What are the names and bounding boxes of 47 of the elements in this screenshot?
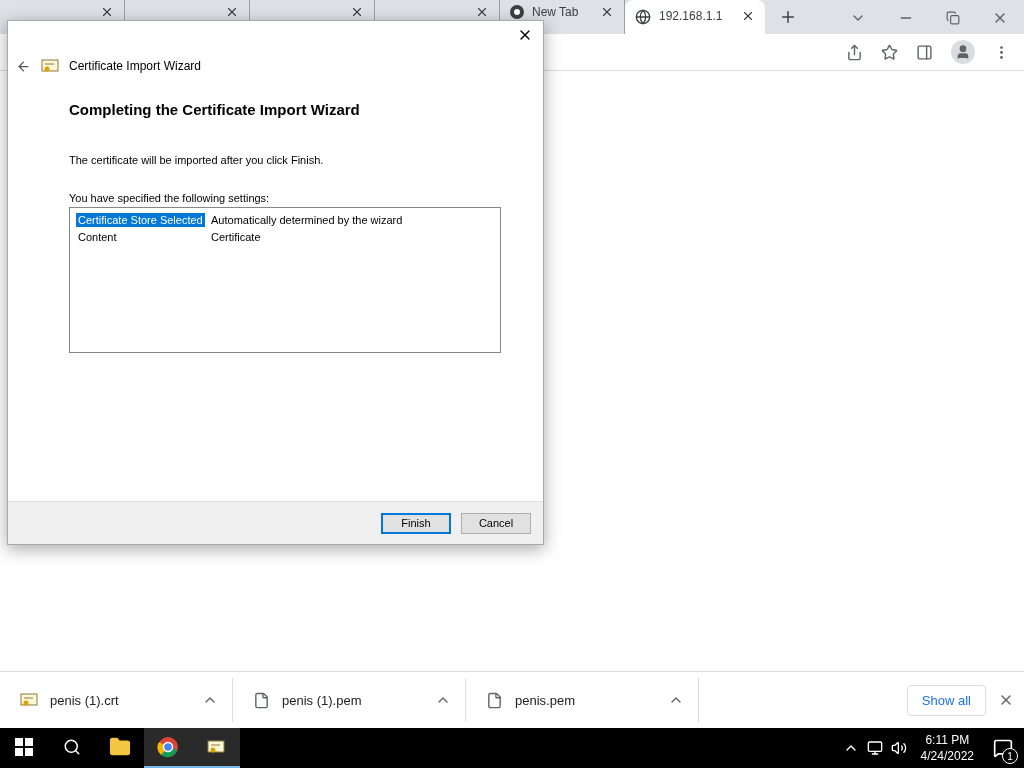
volume-icon[interactable] xyxy=(890,740,907,756)
tab-title: New Tab xyxy=(532,5,580,19)
dialog-button[interactable]: Finish xyxy=(381,512,451,534)
side-panel-icon[interactable] xyxy=(916,43,933,61)
globe-icon xyxy=(635,9,651,25)
windows-logo-icon[interactable] xyxy=(15,738,33,756)
browser-tab[interactable]: 192.168.1.1 xyxy=(625,0,765,34)
close-icon[interactable] xyxy=(741,9,755,23)
settings-label: You have specified the following settings: xyxy=(69,192,271,204)
notification-badge: 1 xyxy=(1002,748,1018,764)
new-tab-icon[interactable] xyxy=(779,8,797,26)
taskbar-app-button[interactable] xyxy=(144,728,192,768)
setting-value: Automatically determined by the wizard xyxy=(210,212,404,227)
restore-icon[interactable] xyxy=(946,11,960,25)
download-item[interactable]: penis (1).pem xyxy=(233,678,466,722)
taskbar-app-button[interactable] xyxy=(192,728,240,768)
dialog-title: Certificate Import Wizard xyxy=(69,59,202,73)
clock[interactable]: 6:11 PM 4/24/2022 xyxy=(914,732,980,764)
setting-name[interactable]: Content xyxy=(76,229,119,244)
bookmark-icon[interactable] xyxy=(881,43,898,61)
certificate-icon xyxy=(41,58,59,74)
back-arrow-icon[interactable] xyxy=(16,58,31,74)
setting-value: Certificate xyxy=(210,229,262,244)
dialog-button[interactable]: Cancel xyxy=(461,512,531,534)
file-icon xyxy=(253,691,270,709)
close-icon[interactable] xyxy=(100,5,114,19)
show-all-button[interactable]: Show all xyxy=(906,684,986,716)
close-icon[interactable] xyxy=(600,5,614,19)
close-icon[interactable] xyxy=(225,5,239,19)
share-icon[interactable] xyxy=(846,43,863,61)
network-icon[interactable] xyxy=(866,740,883,756)
browser-icon[interactable] xyxy=(157,736,179,758)
wizard-heading: Completing the Certificate Import Wizard xyxy=(69,101,361,118)
setting-name[interactable]: Certificate Store Selected xyxy=(76,212,205,227)
close-icon[interactable] xyxy=(475,5,489,19)
file-icon xyxy=(486,691,503,709)
tab-title: 192.168.1.1 xyxy=(659,9,724,23)
certificate-icon xyxy=(20,692,38,708)
download-item[interactable]: penis (1).crt xyxy=(0,678,233,722)
certificate-icon xyxy=(207,739,225,755)
intro-text: The certificate will be imported after you click Finish. xyxy=(69,154,325,166)
profile-avatar[interactable] xyxy=(951,40,975,64)
search-icon[interactable] xyxy=(63,738,81,756)
download-item[interactable]: penis.pem xyxy=(466,678,699,722)
notification-icon[interactable] xyxy=(993,738,1013,758)
close-icon[interactable] xyxy=(350,5,364,19)
folder-icon[interactable] xyxy=(109,736,131,758)
